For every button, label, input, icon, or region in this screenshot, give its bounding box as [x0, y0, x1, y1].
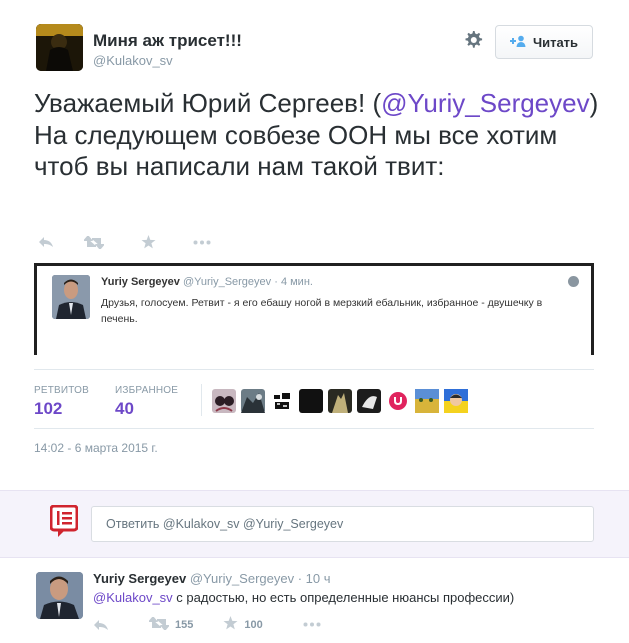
- favorite-count: 100: [244, 618, 263, 631]
- avatar[interactable]: [328, 389, 352, 413]
- embedded-avatar: [52, 275, 90, 319]
- avatar[interactable]: [299, 389, 323, 413]
- embedded-tweet-text: Друзья, голосуем. Ретвит - я его ебашу н…: [101, 297, 543, 325]
- embedded-author-handle: @Yuriy_Sergeyev · 4 мин.: [182, 276, 313, 288]
- favorites-count: 40: [115, 399, 134, 418]
- retweets-count: 102: [34, 399, 63, 418]
- divider: [34, 369, 594, 370]
- reply-input[interactable]: Ответить @Kulakov_sv @Yuriy_Sergeyev: [91, 506, 594, 542]
- tweet-mention-link[interactable]: @Yuriy_Sergeyev: [381, 88, 590, 118]
- avatar[interactable]: [212, 389, 236, 413]
- reply-author: Yuriy Sergeyev @Yuriy_Sergeyev · 10 ч: [93, 571, 331, 586]
- embedded-author-name: Yuriy Sergeyev: [101, 276, 180, 288]
- favorites-stat[interactable]: ИЗБРАННОЕ 40: [115, 385, 178, 419]
- follow-button-label: Читать: [532, 34, 579, 50]
- reply-mention-link[interactable]: @Kulakov_sv: [93, 590, 173, 605]
- retweet-icon: [147, 615, 171, 633]
- tweet-timestamp[interactable]: 14:02 - 6 марта 2015 г.: [34, 441, 158, 455]
- reply-icon[interactable]: [93, 619, 109, 631]
- avatar[interactable]: [357, 389, 381, 413]
- follow-button[interactable]: Читать: [495, 25, 593, 59]
- reply-author-meta[interactable]: @Yuriy_Sergeyev · 10 ч: [190, 571, 331, 586]
- retweet-icon[interactable]: [82, 233, 106, 251]
- author-avatar[interactable]: [36, 24, 83, 71]
- tweet-text: Уважаемый Юрий Сергеев! (@Yuriy_Sergeyev…: [34, 88, 604, 183]
- favorited-by-avatars: [212, 389, 468, 413]
- favorite-icon: [223, 616, 238, 633]
- reply-author-avatar[interactable]: [36, 572, 83, 619]
- gear-icon[interactable]: [462, 29, 484, 51]
- reply-tweet-actions: 155 100: [93, 615, 321, 633]
- avatar[interactable]: [444, 389, 468, 413]
- favorite-action[interactable]: 100: [223, 616, 263, 633]
- author-handle[interactable]: @Kulakov_sv: [93, 53, 173, 68]
- compose-reply-icon: [49, 504, 79, 538]
- author-name[interactable]: Миня аж трисет!!!: [93, 31, 242, 51]
- retweet-count: 155: [175, 618, 194, 631]
- reply-text: @Kulakov_sv с радостью, но есть определе…: [93, 590, 514, 605]
- globe-icon: [568, 276, 579, 287]
- reply-author-name[interactable]: Yuriy Sergeyev: [93, 571, 186, 586]
- retweet-action[interactable]: 155: [147, 615, 194, 633]
- reply-text-body: с радостью, но есть определенные нюансы …: [172, 590, 515, 605]
- avatar[interactable]: [241, 389, 265, 413]
- tweet-actions: [34, 232, 214, 252]
- more-icon[interactable]: [303, 622, 321, 627]
- avatar[interactable]: [415, 389, 439, 413]
- retweets-label: РЕТВИТОВ: [34, 385, 90, 396]
- avatar[interactable]: [386, 389, 410, 413]
- tweet-text-part1: Уважаемый Юрий Сергеев! (: [34, 88, 382, 118]
- favorite-icon[interactable]: [136, 233, 160, 251]
- retweets-stat[interactable]: РЕТВИТОВ 102: [34, 385, 89, 419]
- divider: [34, 428, 594, 429]
- follow-user-icon: [509, 35, 526, 50]
- more-icon[interactable]: [190, 233, 214, 251]
- embedded-author: Yuriy Sergeyev @Yuriy_Sergeyev · 4 мин.: [101, 276, 313, 288]
- avatar[interactable]: [270, 389, 294, 413]
- divider: [201, 384, 202, 416]
- favorites-label: ИЗБРАННОЕ: [115, 385, 179, 396]
- reply-icon[interactable]: [34, 233, 58, 251]
